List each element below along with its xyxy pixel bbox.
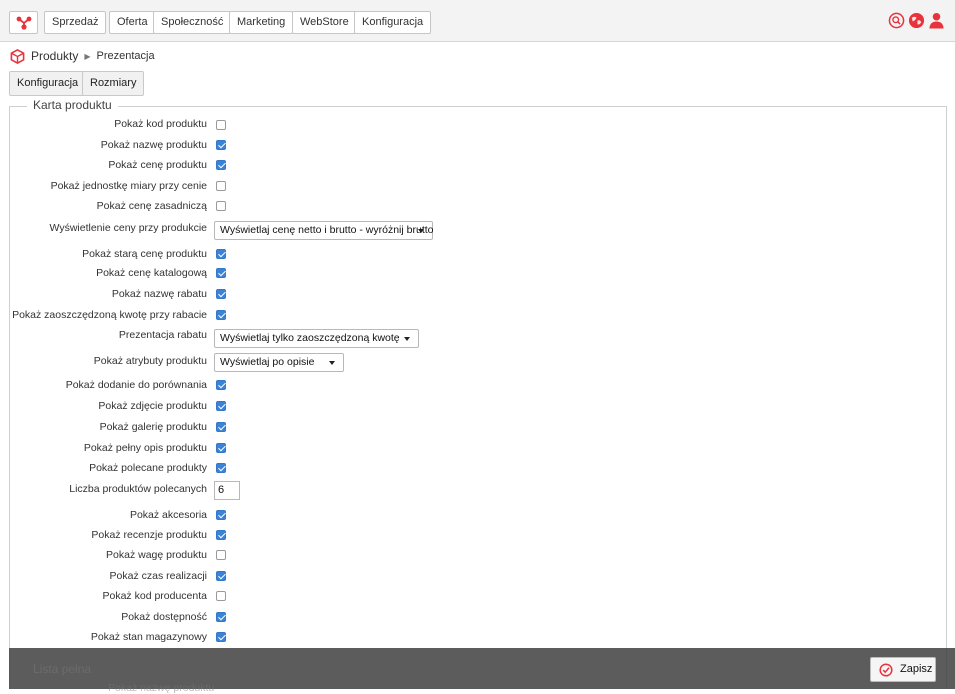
chevron-down-icon — [329, 361, 335, 365]
row-label: Prezentacja rabatu — [118, 329, 207, 341]
top-nav-bar: Sprzedaż Oferta Społeczność Marketing We… — [0, 0, 955, 42]
select-wyswietlenie-ceny[interactable]: Wyświetlaj cenę netto i brutto - wyróżni… — [214, 221, 434, 240]
chevron-right-icon: ▶ — [84, 51, 91, 61]
checkbox-pokaz-recenzje[interactable] — [216, 530, 226, 540]
nav-marketing[interactable]: Marketing — [229, 11, 294, 34]
row-label: Pokaż galerię produktu — [99, 421, 207, 433]
row-label: Pokaż kod producenta — [102, 590, 208, 602]
section2-first-row-label: Pokaż nazwę produktu — [108, 682, 215, 694]
section2-legend: Lista pełna — [33, 662, 92, 676]
select-value: Wyświetlaj tylko zaoszczędzoną kwotę — [220, 332, 400, 344]
checkbox-pokaz-czas-realizacji[interactable] — [216, 571, 226, 581]
checkbox-pokaz-pelny-opis[interactable] — [216, 443, 226, 453]
nav-sprzedaz[interactable]: Sprzedaż — [44, 11, 107, 34]
row-label: Pokaż pełny opis produktu — [83, 442, 207, 454]
row-label: Pokaż zdjęcie produktu — [98, 400, 207, 412]
checkbox-pokaz-jednostke-miary[interactable] — [216, 181, 226, 191]
checkbox-pokaz-nazwe-rabatu[interactable] — [216, 289, 226, 299]
row-label: Pokaż starą cenę produktu — [82, 248, 207, 260]
nav-oferta[interactable]: Oferta — [109, 11, 156, 34]
checkbox-pokaz-cene-produktu[interactable] — [216, 160, 226, 170]
row-label: Pokaż cenę katalogową — [96, 267, 207, 279]
checkbox-pokaz-nazwe-produktu[interactable] — [216, 140, 226, 150]
checkbox-pokaz-cene-zasadnicza[interactable] — [216, 201, 226, 211]
row-label: Pokaż kod produktu — [114, 118, 207, 130]
chevron-down-icon — [404, 337, 410, 341]
subnav-konfiguracja[interactable]: Konfiguracja — [9, 71, 87, 96]
row-label: Pokaż cenę produktu — [108, 159, 207, 171]
row-label: Pokaż dostępność — [121, 611, 207, 623]
checkbox-pokaz-stan-magazynowy[interactable] — [216, 632, 226, 642]
subnav-rozmiary[interactable]: Rozmiary — [82, 71, 145, 96]
top-icons — [888, 12, 945, 30]
checkbox-pokaz-dostepnosc[interactable] — [216, 612, 226, 622]
row-label: Wyświetlenie ceny przy produkcie — [49, 222, 207, 234]
row-label: Pokaż polecane produkty — [89, 462, 207, 474]
checkbox-pokaz-kod-produktu[interactable] — [216, 120, 226, 130]
logo-button[interactable] — [9, 11, 38, 34]
row-label: Pokaż nazwę rabatu — [111, 288, 207, 300]
checkbox-pokaz-polecane-produkty[interactable] — [216, 463, 226, 473]
row-label: Pokaż jednostkę miary przy cenie — [50, 180, 207, 192]
save-circle-icon — [879, 663, 893, 677]
row-label: Pokaż recenzje produktu — [91, 529, 207, 541]
user-icon[interactable] — [928, 12, 945, 29]
checkbox-pokaz-wage[interactable] — [216, 550, 226, 560]
section-legend: Karta produktu — [27, 98, 118, 112]
nav-spolecznosc[interactable]: Społeczność — [153, 11, 232, 34]
checkbox-pokaz-zdjecie-produktu[interactable] — [216, 401, 226, 411]
row-label: Pokaż akcesoria — [129, 509, 207, 521]
select-atrybuty-produktu[interactable]: Wyświetlaj po opisie — [214, 353, 344, 372]
logo-icon — [16, 16, 32, 30]
row-label: Pokaż dodanie do porównania — [65, 379, 207, 391]
nav-konfiguracja[interactable]: Konfiguracja — [354, 11, 432, 34]
row-label: Pokaż zaoszczędzoną kwotę przy rabacie — [12, 309, 207, 321]
row-label: Pokaż nazwę produktu — [100, 139, 207, 151]
save-button[interactable]: Zapisz — [870, 657, 936, 682]
row-label: Pokaż wagę produktu — [106, 549, 207, 561]
row-label: Liczba produktów polecanych — [69, 483, 207, 495]
row-label: Pokaż cenę zasadniczą — [96, 200, 207, 212]
row-label: Pokaż atrybuty produktu — [93, 355, 207, 367]
select-prezentacja-rabatu[interactable]: Wyświetlaj tylko zaoszczędzoną kwotę — [214, 329, 419, 348]
checkbox-pokaz-zaoszczedzona-kwote[interactable] — [216, 310, 226, 320]
breadcrumb-root[interactable]: Produkty — [31, 49, 78, 63]
checkbox-pokaz-cene-katalogowa[interactable] — [216, 268, 226, 278]
row-label: Pokaż stan magazynowy — [90, 631, 207, 643]
globe-icon[interactable] — [908, 12, 925, 29]
breadcrumb: Produkty ▶ Prezentacja — [10, 48, 155, 64]
row-label: Pokaż czas realizacji — [109, 570, 207, 582]
save-button-label: Zapisz — [900, 663, 933, 675]
chevron-down-icon — [418, 229, 424, 233]
select-value: Wyświetlaj cenę netto i brutto - wyróżni… — [220, 224, 434, 236]
select-value: Wyświetlaj po opisie — [220, 356, 315, 368]
nav-webstore[interactable]: WebStore — [292, 11, 357, 34]
breadcrumb-current: Prezentacja — [96, 50, 155, 62]
cube-icon — [10, 48, 25, 64]
liczba-produktow-polecanych-input[interactable]: 6 — [214, 481, 240, 500]
search-icon[interactable] — [888, 12, 905, 29]
checkbox-pokaz-stara-cene[interactable] — [216, 249, 226, 259]
checkbox-pokaz-kod-producenta[interactable] — [216, 591, 226, 601]
checkbox-pokaz-galerie-produktu[interactable] — [216, 422, 226, 432]
checkbox-pokaz-akcesoria[interactable] — [216, 510, 226, 520]
checkbox-pokaz-dodanie-do-porownania[interactable] — [216, 380, 226, 390]
